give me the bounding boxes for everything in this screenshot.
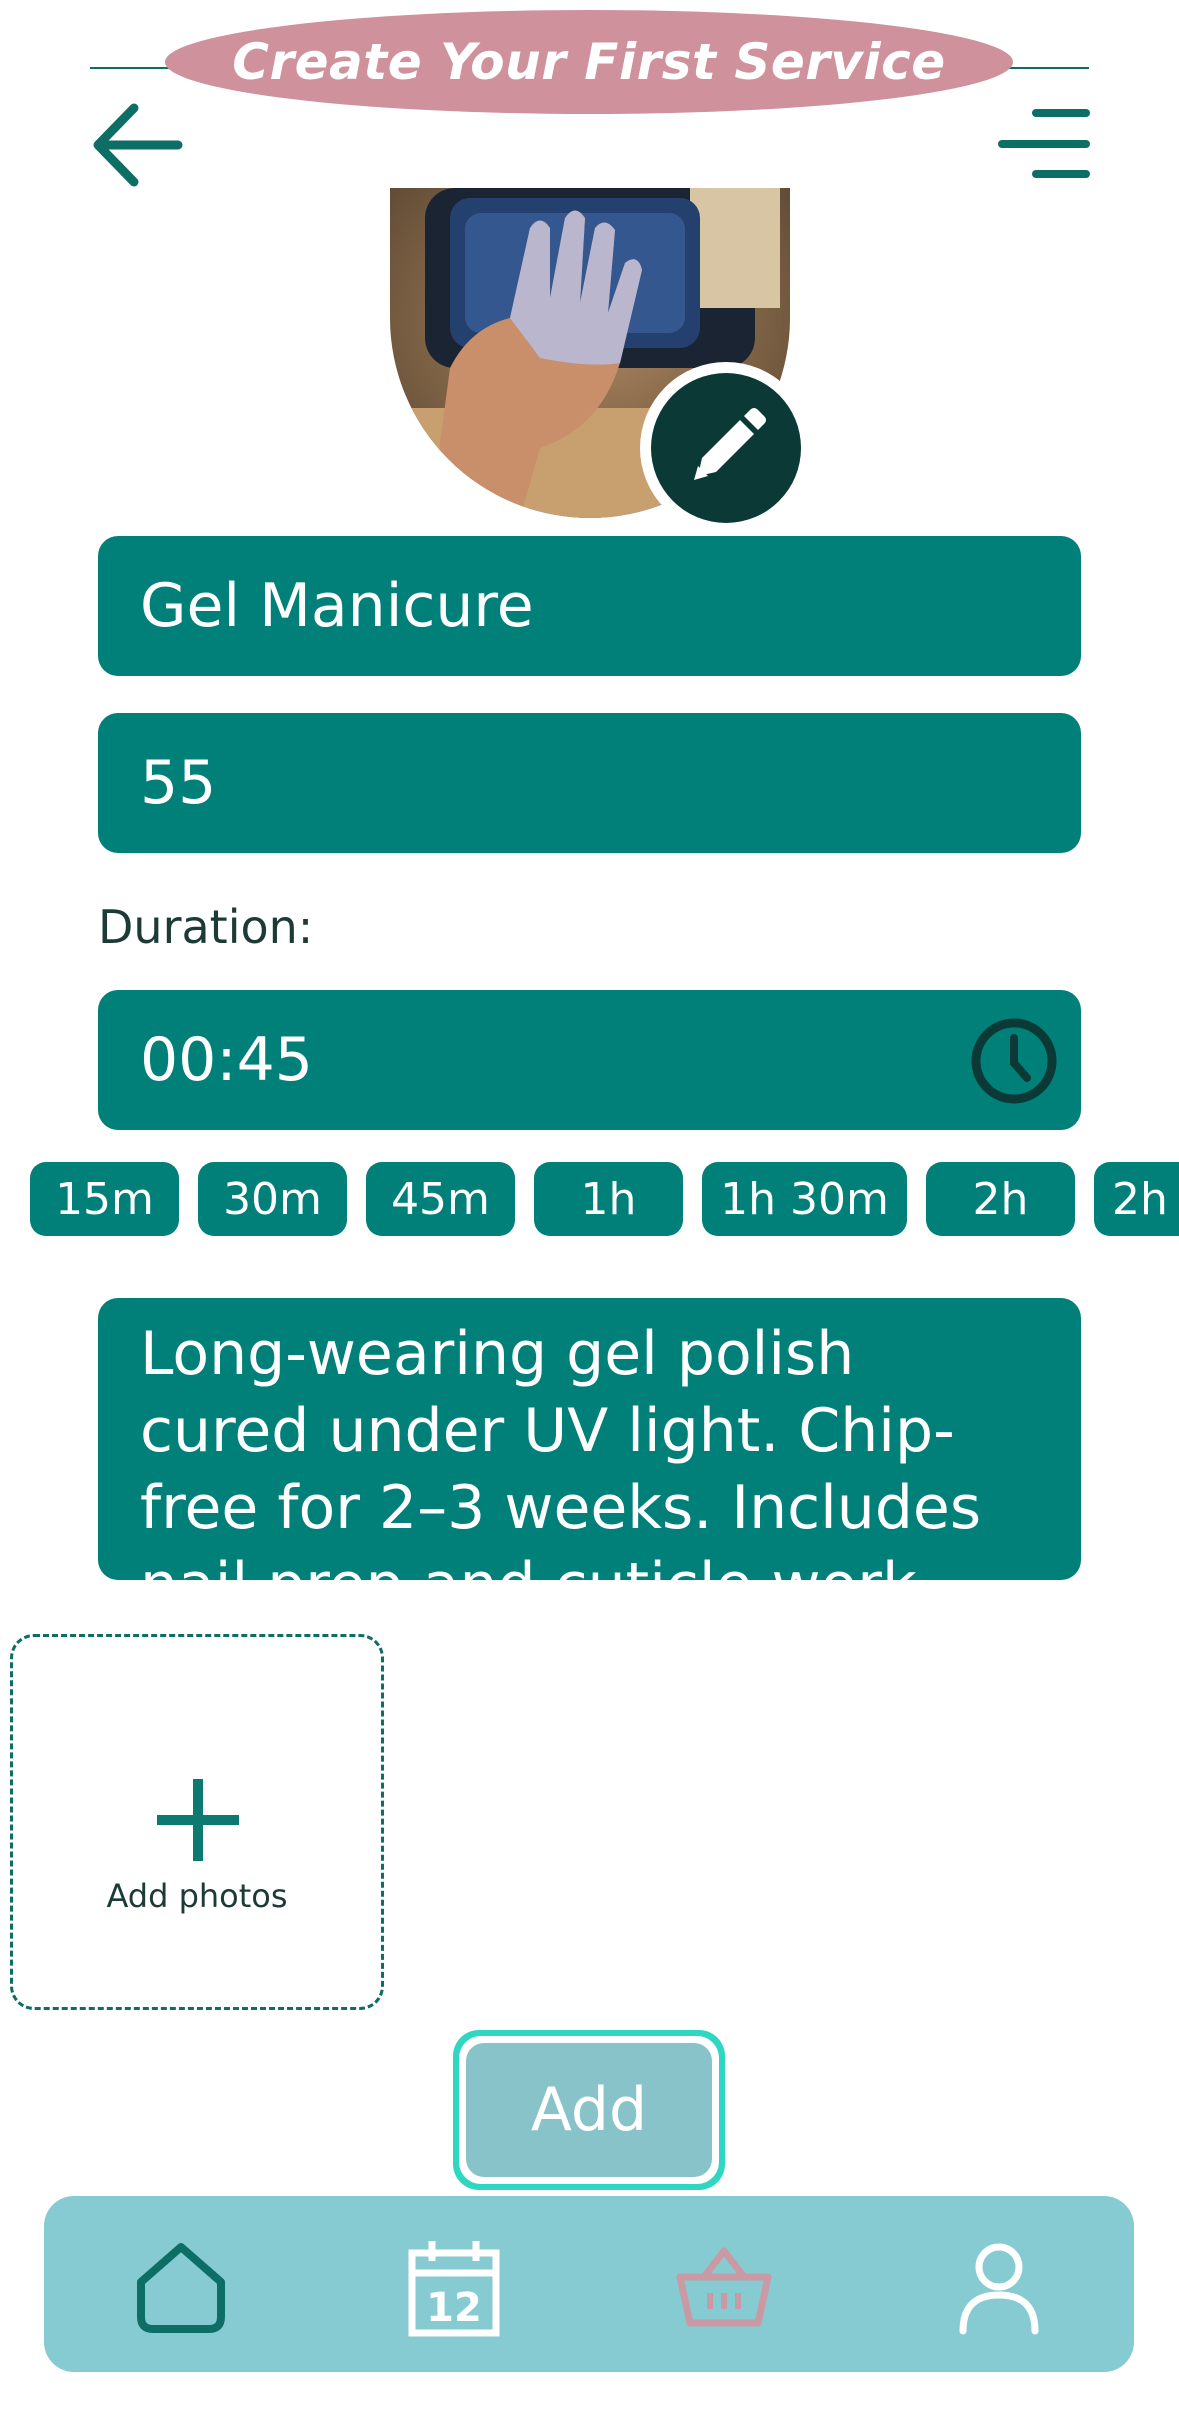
description-field[interactable]: Long-wearing gel polish cured under UV l… <box>98 1298 1081 1580</box>
edit-image-circle <box>651 373 801 523</box>
nav-basket[interactable] <box>669 2232 779 2342</box>
nav-profile[interactable] <box>944 2232 1054 2342</box>
add-button-focus-ring: Add <box>453 2030 725 2190</box>
menu-lines-icon <box>998 109 1090 178</box>
edit-image-button[interactable] <box>640 362 812 534</box>
duration-label: Duration: <box>98 900 314 954</box>
duration-chip-45m[interactable]: 45m <box>366 1162 515 1236</box>
back-button[interactable] <box>88 100 184 190</box>
duration-field[interactable]: 00:45 <box>98 990 1081 1130</box>
calendar-icon: 12 <box>408 2241 500 2337</box>
add-photos-button[interactable]: Add photos <box>10 1634 384 2010</box>
duration-chip-2h[interactable]: 2h <box>926 1162 1075 1236</box>
title-banner: Create Your First Service <box>165 10 1013 114</box>
duration-value: 00:45 <box>140 1025 313 1095</box>
menu-button[interactable] <box>996 104 1092 184</box>
add-photos-label: Add photos <box>106 1877 288 1915</box>
add-button[interactable]: Add <box>466 2043 712 2177</box>
price-field[interactable]: 55 <box>98 713 1081 853</box>
plus-icon <box>157 1779 239 1861</box>
description-text: Long-wearing gel polish cured under UV l… <box>140 1319 982 1580</box>
duration-chip-30m[interactable]: 30m <box>198 1162 347 1236</box>
arrow-left-icon <box>93 103 183 187</box>
pencil-icon <box>694 408 766 480</box>
nav-calendar[interactable]: 12 <box>399 2232 509 2342</box>
service-name-field[interactable]: Gel Manicure <box>98 536 1081 676</box>
nav-home[interactable] <box>126 2232 236 2342</box>
duration-chip-1h30m[interactable]: 1h 30m <box>702 1162 907 1236</box>
price-value: 55 <box>140 748 217 818</box>
basket-icon <box>676 2247 772 2327</box>
page-title: Create Your First Service <box>232 33 946 91</box>
calendar-day: 12 <box>426 2285 482 2331</box>
clock-icon[interactable] <box>969 1016 1059 1106</box>
duration-chip-1h[interactable]: 1h <box>534 1162 683 1236</box>
duration-chip-extra[interactable]: 2h <box>1094 1162 1179 1236</box>
profile-icon <box>959 2243 1039 2335</box>
service-name-value: Gel Manicure <box>140 571 534 641</box>
home-icon <box>137 2243 225 2333</box>
bottom-nav: 12 <box>44 2196 1134 2372</box>
duration-chip-15m[interactable]: 15m <box>30 1162 179 1236</box>
